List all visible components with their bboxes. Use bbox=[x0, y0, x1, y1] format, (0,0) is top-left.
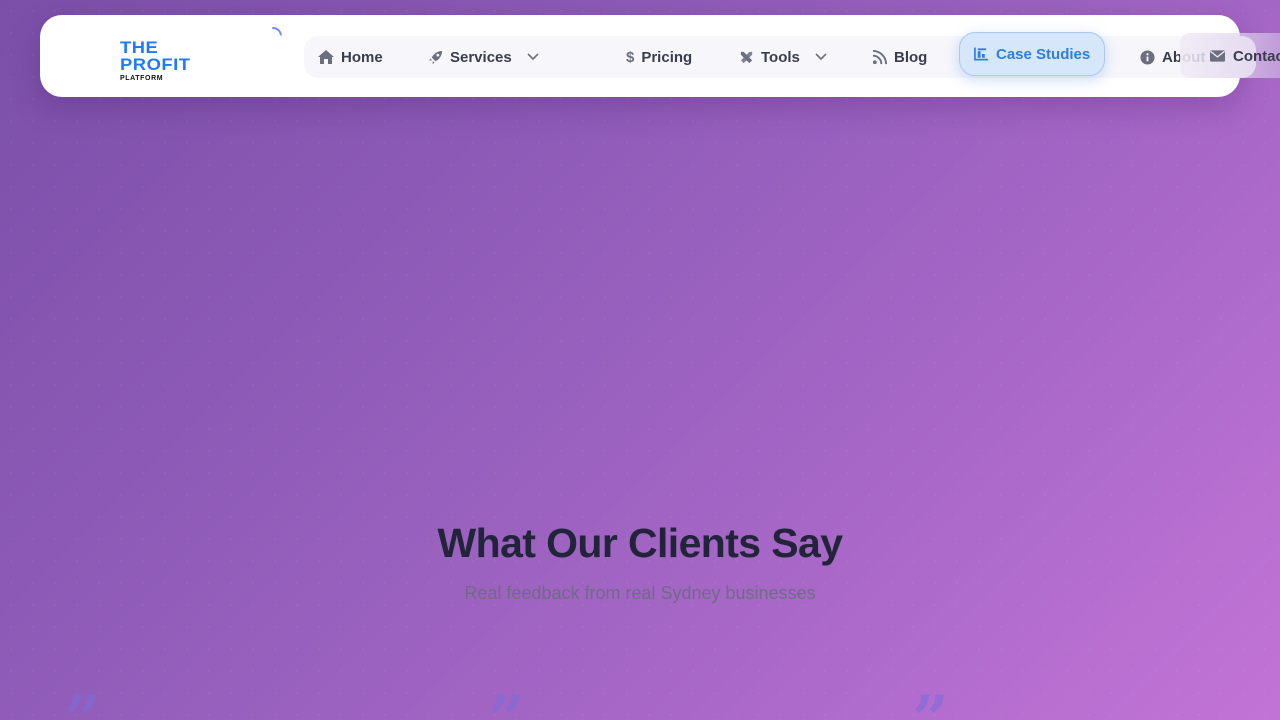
nav-item-services[interactable]: Services bbox=[428, 36, 539, 78]
nav-item-label: Pricing bbox=[641, 48, 693, 66]
nav-item-pricing[interactable]: $ Pricing bbox=[626, 36, 692, 78]
nav-item-label: Tools bbox=[761, 48, 800, 66]
nav-item-case-studies[interactable]: Case Studies bbox=[959, 32, 1106, 76]
logo-line-3: PLATFORM bbox=[120, 75, 164, 82]
home-icon bbox=[318, 50, 334, 64]
info-icon bbox=[1140, 49, 1155, 65]
logo-line-1: THE bbox=[120, 38, 159, 57]
background-pattern bbox=[0, 0, 1280, 720]
nav-item-contact[interactable]: Contact bbox=[1210, 35, 1280, 77]
nav-item-label: Contact bbox=[1233, 47, 1280, 65]
chart-icon bbox=[974, 47, 989, 61]
nav-item-home[interactable]: Home bbox=[318, 36, 383, 78]
testimonials-title: What Our Clients Say bbox=[437, 520, 844, 566]
envelope-icon bbox=[1210, 50, 1225, 62]
quote-mark-icon: ” bbox=[64, 682, 101, 720]
rocket-icon bbox=[428, 50, 443, 65]
navbar: THE PROFIT PLATFORM Home Services $ Pric… bbox=[40, 15, 1256, 97]
dollar-icon: $ bbox=[626, 48, 635, 66]
site-logo[interactable]: THE PROFIT PLATFORM bbox=[120, 39, 210, 82]
logo-line-2: PROFIT bbox=[120, 55, 191, 74]
tools-icon bbox=[739, 50, 754, 65]
nav-item-label: Blog bbox=[894, 48, 928, 66]
nav-item-blog[interactable]: Blog bbox=[872, 36, 927, 78]
chevron-down-icon bbox=[527, 53, 539, 61]
nav-item-label: Case Studies bbox=[996, 45, 1091, 63]
nav-item-label: Home bbox=[341, 48, 383, 66]
testimonials-subtitle: Real feedback from real Sydney businesse… bbox=[464, 583, 816, 603]
nav-item-label: Services bbox=[450, 48, 512, 66]
loading-spinner-icon bbox=[260, 23, 286, 49]
quote-mark-icon: ” bbox=[488, 682, 525, 720]
quote-mark-icon: ” bbox=[912, 682, 949, 720]
blog-icon bbox=[872, 49, 887, 65]
chevron-down-icon bbox=[815, 53, 827, 61]
nav-item-tools[interactable]: Tools bbox=[739, 36, 827, 78]
main-nav: Home Services $ Pricing Tools Blog Case … bbox=[304, 32, 1256, 78]
